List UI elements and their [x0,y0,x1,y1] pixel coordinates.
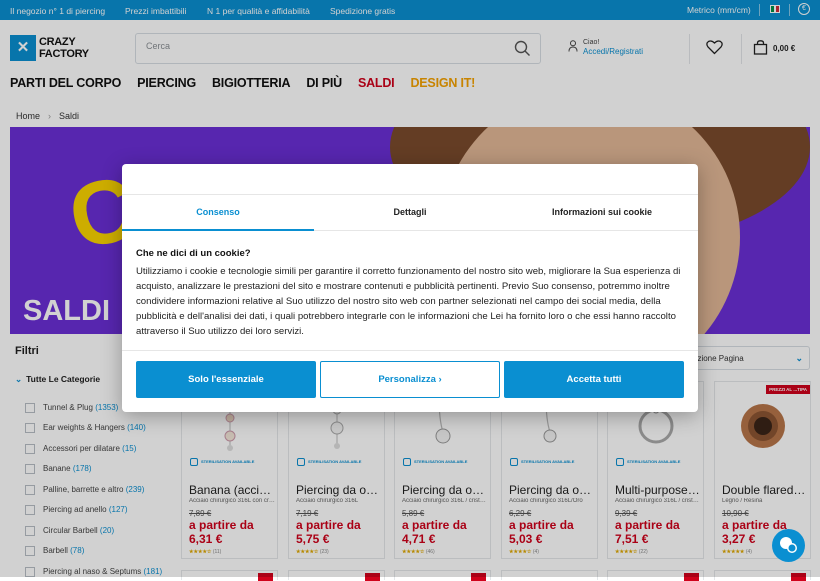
cookie-consent-dialog: Consenso Dettagli Informazioni sui cooki… [122,164,698,412]
cookie-tabs: Consenso Dettagli Informazioni sui cooki… [122,194,698,231]
essential-only-button[interactable]: Solo l'essenziale [136,361,316,398]
divider [122,350,698,351]
tab-cookie-info[interactable]: Informazioni sui cookie [506,207,698,217]
chat-button[interactable] [772,529,805,562]
tab-details[interactable]: Dettagli [314,207,506,217]
tab-consent[interactable]: Consenso [122,207,314,217]
accept-all-button[interactable]: Accetta tutti [504,361,684,398]
active-tab-indicator [122,229,314,231]
cookie-title: Che ne dici di un cookie? [136,248,251,259]
chat-bubble-icon [780,537,797,553]
customize-button[interactable]: Personalizza › [320,361,500,398]
cookie-description: Utilizziamo i cookie e tecnologie simili… [136,266,681,337]
chevron-right-icon: › [438,374,442,385]
